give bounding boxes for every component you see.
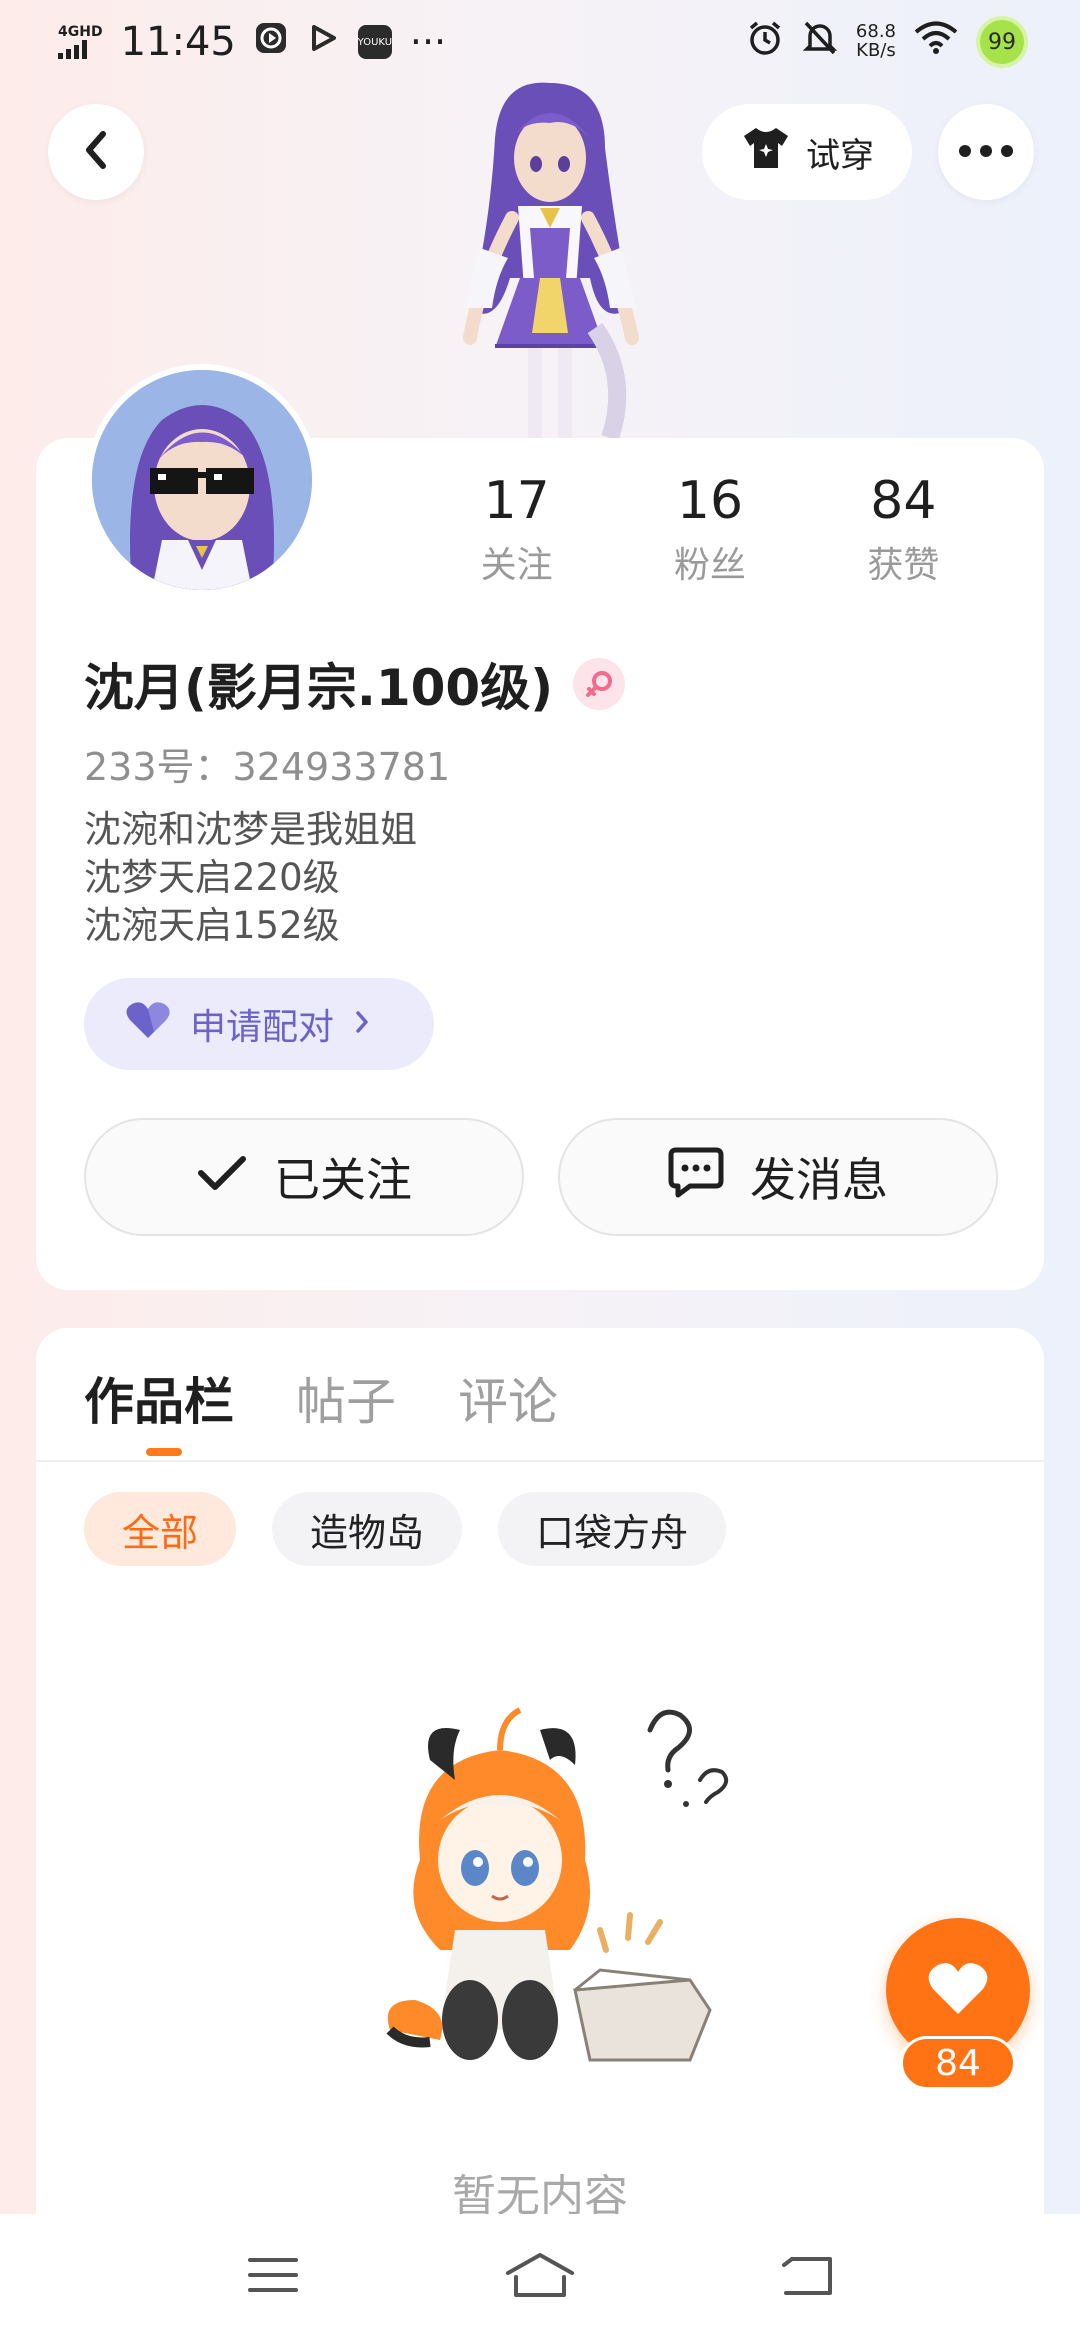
likes-label: 获赞 (867, 545, 940, 587)
tab-posts[interactable]: 帖子 (296, 1362, 396, 1434)
back-button[interactable] (48, 104, 144, 200)
clock: 11:45 (120, 19, 236, 65)
menu-icon (246, 2255, 300, 2299)
try-on-button[interactable]: 试穿 (702, 104, 912, 200)
tab-indicator (146, 1448, 182, 1456)
battery-icon: 99 (976, 16, 1028, 68)
user-id: 233号：324933781 (84, 745, 451, 789)
avatar-image (92, 370, 312, 590)
tabs-divider (36, 1460, 1044, 1462)
empty-state-illustration (360, 1700, 760, 2100)
follow-label: 已关注 (274, 1153, 412, 1207)
home-icon (504, 2251, 576, 2303)
try-on-label: 试穿 (806, 135, 874, 176)
chat-bubble-icon (668, 1146, 724, 1209)
play-circle-icon (254, 20, 288, 64)
home-button[interactable] (500, 2237, 580, 2317)
likes-count: 84 (870, 471, 937, 531)
following-label: 关注 (480, 545, 553, 587)
signal-bars-icon (58, 39, 87, 59)
network-speed: 68.8 KB/s (856, 22, 896, 61)
heart-icon (124, 1000, 172, 1049)
request-pair-label: 申请配对 (190, 1007, 335, 1048)
play-icon (306, 20, 340, 64)
status-bar: 4GHD 11:45 YOUKU ··· 68.8 KB/s 99 (0, 0, 1080, 84)
chevron-left-icon (78, 128, 114, 176)
tab-comments[interactable]: 评论 (458, 1362, 558, 1434)
more-dots-icon (958, 143, 1014, 162)
speed-unit: KB/s (856, 40, 896, 61)
menu-button[interactable] (233, 2237, 313, 2317)
chip-all[interactable]: 全部 (84, 1492, 237, 1566)
follow-button[interactable]: 已关注 (84, 1118, 524, 1236)
network-type: 4GHD (58, 24, 103, 40)
alarm-icon (746, 19, 784, 66)
wifi-icon (914, 20, 958, 64)
overflow-dots: ··· (409, 20, 447, 64)
stat-likes[interactable]: 84 获赞 (807, 470, 1000, 588)
tab-works[interactable]: 作品栏 (84, 1362, 234, 1434)
signal-indicator: 4GHD (58, 25, 103, 59)
chevron-right-icon (352, 1004, 372, 1045)
profile-stats: 17 关注 16 粉丝 84 获赞 (420, 470, 1000, 588)
female-icon (573, 658, 626, 710)
content-tabs: 作品栏 帖子 评论 (84, 1362, 558, 1434)
like-count: 84 (900, 2036, 1016, 2090)
request-pair-button[interactable]: 申请配对 (84, 978, 434, 1070)
back-icon (778, 2253, 836, 2301)
following-count: 17 (483, 471, 550, 531)
fans-count: 16 (676, 471, 744, 531)
message-button[interactable]: 发消息 (558, 1118, 998, 1236)
chip-pocket-ark[interactable]: 口袋方舟 (498, 1492, 727, 1566)
stat-following[interactable]: 17 关注 (420, 470, 613, 588)
youku-icon: YOUKU (358, 25, 392, 59)
more-button[interactable] (938, 104, 1034, 200)
status-left: 4GHD 11:45 YOUKU ··· (58, 19, 446, 65)
heart-icon (926, 1960, 990, 2020)
bio-line: 沈涴天启152级 (84, 904, 340, 947)
system-back-button[interactable] (767, 2237, 847, 2317)
tshirt-icon (740, 124, 792, 181)
check-icon (196, 1150, 248, 1204)
character-figure (400, 78, 700, 441)
avatar[interactable] (86, 364, 318, 596)
system-nav-bar (0, 2214, 1080, 2340)
chip-creation-island[interactable]: 造物岛 (272, 1492, 463, 1566)
fans-label: 粉丝 (673, 545, 746, 587)
message-label: 发消息 (750, 1153, 888, 1207)
nickname: 沈月(影月宗.100级) (84, 659, 554, 717)
nickname-row: 沈月(影月宗.100级) (84, 648, 626, 720)
status-right: 68.8 KB/s 99 (746, 16, 1028, 68)
bio-line: 沈涴和沈梦是我姐姐 (84, 808, 417, 851)
filter-chips: 全部 造物岛 口袋方舟 (84, 1492, 727, 1566)
bio: 沈涴和沈梦是我姐姐 沈梦天启220级 沈涴天启152级 (84, 806, 417, 950)
stat-fans[interactable]: 16 粉丝 (613, 470, 806, 588)
mute-icon (802, 19, 838, 66)
bio-line: 沈梦天启220级 (84, 856, 340, 899)
